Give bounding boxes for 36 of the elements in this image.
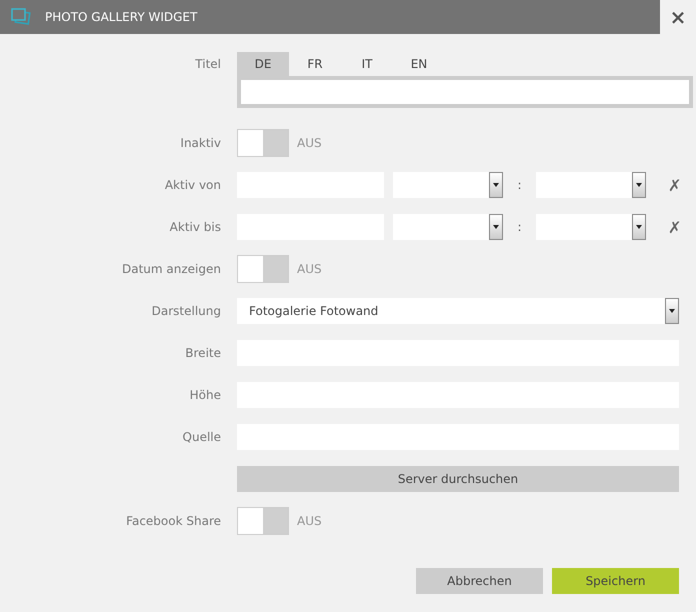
field-label: Facebook Share bbox=[126, 514, 221, 528]
save-button[interactable]: Speichern bbox=[552, 568, 679, 594]
clear-button[interactable]: ✗ bbox=[668, 218, 682, 236]
language-tab[interactable]: DE bbox=[237, 52, 289, 76]
language-tab[interactable]: IT bbox=[341, 52, 393, 76]
time-separator: : bbox=[516, 178, 523, 192]
field-label: Aktiv von bbox=[164, 178, 221, 192]
hour-dropdown[interactable] bbox=[393, 172, 503, 198]
field-label: Inaktiv bbox=[180, 136, 221, 150]
display-dropdown[interactable]: Fotogalerie Fotowand bbox=[237, 298, 679, 324]
clear-button[interactable]: ✗ bbox=[668, 176, 682, 194]
language-tab[interactable]: FR bbox=[289, 52, 341, 76]
title-field[interactable] bbox=[237, 76, 693, 108]
field-label: Aktiv bis bbox=[170, 220, 221, 234]
minute-dropdown[interactable] bbox=[536, 214, 646, 240]
toggle-switch[interactable] bbox=[237, 507, 289, 535]
browse-server-button[interactable]: Server durchsuchen bbox=[237, 466, 679, 492]
time-separator: : bbox=[516, 220, 523, 234]
field-label: Höhe bbox=[190, 388, 221, 402]
toggle-state: AUS bbox=[297, 136, 322, 150]
hour-dropdown[interactable] bbox=[393, 214, 503, 240]
field-label: Titel bbox=[195, 57, 221, 71]
cancel-button[interactable]: Abbrechen bbox=[416, 568, 543, 594]
toggle-switch[interactable] bbox=[237, 129, 289, 157]
dropdown-value: Fotogalerie Fotowand bbox=[249, 304, 378, 318]
window-title: PHOTO GALLERY WIDGET bbox=[45, 10, 198, 24]
toggle-switch[interactable] bbox=[237, 255, 289, 283]
toggle-state: AUS bbox=[297, 514, 322, 528]
minute-dropdown[interactable] bbox=[536, 172, 646, 198]
toggle-state: AUS bbox=[297, 262, 322, 276]
field-label: Darstellung bbox=[152, 304, 221, 318]
language-tab[interactable]: EN bbox=[393, 52, 445, 76]
photos-icon bbox=[11, 8, 31, 26]
field-label: Quelle bbox=[182, 430, 221, 444]
field-label: Datum anzeigen bbox=[122, 262, 221, 276]
field-label: Breite bbox=[185, 346, 221, 360]
